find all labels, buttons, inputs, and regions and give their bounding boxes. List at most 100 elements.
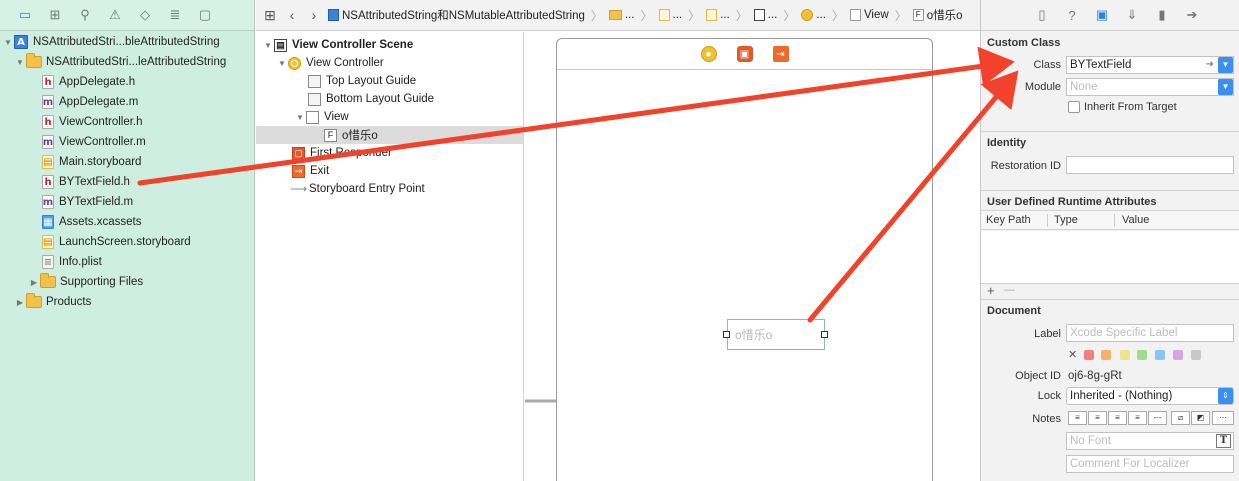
tree-item-file[interactable]: ▦ Assets.xcassets — [0, 212, 254, 232]
identity-inspector-icon[interactable]: ▣ — [1087, 7, 1117, 23]
outline-item-view-controller[interactable]: ▼ View Controller — [256, 54, 523, 72]
disclosure-open-icon[interactable]: ▼ — [2, 38, 14, 47]
storyboard-canvas[interactable]: ⟶ ● ▣ ⇥ o惜乐o — [523, 32, 980, 481]
disclosure-open-icon[interactable]: ▼ — [262, 41, 274, 50]
disclosure-closed-icon[interactable]: ▶ — [14, 298, 26, 307]
tree-item-file[interactable]: ▤ LaunchScreen.storyboard — [0, 232, 254, 252]
color-swatch-orange[interactable] — [1101, 350, 1111, 360]
back-icon[interactable]: ‹ — [284, 7, 300, 23]
tree-item-project[interactable]: ▼ A NSAttributedStri...bleAttributedStri… — [0, 32, 254, 52]
tree-item-group[interactable]: ▶ Supporting Files — [0, 272, 254, 292]
color-swatch-gray[interactable] — [1191, 350, 1201, 360]
chevron-up-down-icon[interactable]: ⇕ — [1218, 388, 1233, 404]
resize-handle-left[interactable] — [723, 331, 730, 338]
disclosure-open-icon[interactable]: ▼ — [294, 113, 306, 122]
tree-item-group[interactable]: ▼ NSAttributedStri...leAttributedString — [0, 52, 254, 72]
color-swatch-green[interactable] — [1137, 350, 1147, 360]
file-inspector-icon[interactable]: ▯ — [1027, 7, 1057, 23]
align-justify-icon[interactable]: ≡ — [1128, 411, 1147, 425]
tree-item-file[interactable]: h ViewController.h — [0, 112, 254, 132]
remove-attribute-button[interactable]: — — [1004, 284, 1015, 296]
go-to-class-icon[interactable]: ➜ — [1206, 57, 1214, 73]
tree-item-file[interactable]: m BYTextField.m — [0, 192, 254, 212]
project-icon — [328, 9, 339, 21]
related-items-icon[interactable]: ⊞ — [262, 7, 278, 24]
outline-item-first-responder[interactable]: ▢ First Responder — [256, 144, 523, 162]
forward-icon[interactable]: › — [306, 7, 322, 23]
color-swatch-purple[interactable] — [1173, 350, 1183, 360]
tree-item-file[interactable]: h BYTextField.h — [0, 172, 254, 192]
column-type[interactable]: Type — [1054, 214, 1078, 226]
attributes-table-body[interactable] — [981, 231, 1239, 283]
bars-icon[interactable]: ≣ — [160, 0, 190, 31]
outline-item-entry-point[interactable]: ⟶ Storyboard Entry Point — [256, 180, 523, 198]
breadcrumb-group[interactable]: ... — [608, 9, 635, 21]
tree-item-file[interactable]: ≡ Info.plist — [0, 252, 254, 272]
breadcrumb-view[interactable]: View — [849, 9, 889, 21]
text-field[interactable]: o惜乐o — [727, 319, 825, 350]
connections-inspector-icon[interactable]: ➔ — [1177, 7, 1207, 23]
column-key-path[interactable]: Key Path — [986, 214, 1031, 226]
document-label-field[interactable]: Xcode Specific Label — [1066, 324, 1234, 342]
outline-item-exit[interactable]: ⇥ Exit — [256, 162, 523, 180]
tree-item-file[interactable]: m ViewController.m — [0, 132, 254, 152]
outline-item-text-field[interactable]: F o惜乐o — [256, 126, 523, 144]
inherit-checkbox[interactable] — [1068, 101, 1080, 113]
breadcrumb-project[interactable]: NSAttributedString和NSMutableAttributedSt… — [328, 7, 585, 23]
color-swatch-blue[interactable] — [1155, 350, 1165, 360]
color-well-icon[interactable]: ◩ — [1191, 411, 1210, 425]
align-center-icon[interactable]: ≡ — [1088, 411, 1107, 425]
breadcrumb-base[interactable]: ... — [706, 9, 730, 21]
chevron-down-icon[interactable]: ▼ — [1218, 57, 1233, 73]
outline-item-bottom-guide[interactable]: Bottom Layout Guide — [256, 90, 523, 108]
help-icon[interactable]: ? — [1057, 8, 1087, 23]
column-value[interactable]: Value — [1122, 214, 1149, 226]
chat-icon[interactable]: ▢ — [190, 0, 220, 31]
module-field[interactable]: None ▼ — [1066, 78, 1234, 96]
first-responder-icon[interactable]: ▣ — [736, 46, 753, 62]
disclosure-open-icon[interactable]: ▼ — [14, 58, 26, 67]
class-field[interactable]: BYTextField ➜ ▼ — [1066, 56, 1234, 74]
comment-field[interactable]: Comment For Localizer — [1066, 455, 1234, 473]
outline-item-view[interactable]: ▼ View — [256, 108, 523, 126]
align-right-icon[interactable]: ≡ — [1108, 411, 1127, 425]
color-swatch-yellow[interactable] — [1120, 350, 1130, 360]
attributes-inspector-icon[interactable]: ⇓ — [1117, 7, 1147, 23]
outline-item-scene[interactable]: ▼ ▤ View Controller Scene — [256, 36, 523, 54]
restoration-id-field[interactable] — [1066, 156, 1234, 174]
clear-color-icon[interactable]: ✕ — [1068, 348, 1077, 361]
align-left-icon[interactable]: ≡ — [1068, 411, 1087, 425]
view-controller-scene[interactable]: ● ▣ ⇥ o惜乐o — [556, 38, 933, 481]
tree-item-file[interactable]: m AppDelegate.m — [0, 92, 254, 112]
chevron-down-icon[interactable]: ▼ — [1218, 79, 1233, 95]
warning-icon[interactable]: ⚠ — [100, 0, 130, 31]
outline-item-top-guide[interactable]: Top Layout Guide — [256, 72, 523, 90]
tree-item-group[interactable]: ▶ Products — [0, 292, 254, 312]
disclosure-closed-icon[interactable]: ▶ — [28, 278, 40, 287]
disclosure-open-icon[interactable]: ▼ — [276, 59, 288, 68]
breadcrumb-text-field[interactable]: F o惜乐o — [912, 7, 963, 23]
exit-icon[interactable]: ⇥ — [772, 46, 789, 62]
tree-item-file[interactable]: h AppDelegate.h — [0, 72, 254, 92]
more-options-icon[interactable]: ⋯ — [1212, 411, 1234, 425]
size-inspector-icon[interactable]: ▮ — [1147, 7, 1177, 23]
section-title: Identity — [987, 137, 1027, 149]
font-picker-icon[interactable]: T — [1216, 434, 1231, 448]
breadcrumb-view-controller[interactable]: ... — [801, 9, 826, 21]
diamond-icon[interactable]: ◇ — [130, 0, 160, 31]
color-swatch-red[interactable] — [1084, 350, 1094, 360]
resize-handle-right[interactable] — [821, 331, 828, 338]
align-natural-icon[interactable]: --- — [1148, 411, 1167, 425]
no-color-icon[interactable]: ⧄ — [1171, 411, 1190, 425]
grid-icon[interactable]: ⊞ — [40, 0, 70, 31]
file-tree: ▼ A NSAttributedStri...bleAttributedStri… — [0, 32, 254, 312]
breadcrumb-storyboard[interactable]: ... — [658, 9, 682, 21]
lock-popup[interactable]: Inherited - (Nothing) ⇕ — [1066, 387, 1234, 405]
search-icon[interactable]: ⚲ — [70, 0, 100, 31]
font-field[interactable]: No Font T — [1066, 432, 1234, 450]
breadcrumb-scene[interactable]: ... — [753, 9, 777, 21]
folder-icon[interactable]: ▭ — [10, 0, 40, 31]
view-controller-icon[interactable]: ● — [700, 46, 717, 62]
tree-item-file[interactable]: ▤ Main.storyboard — [0, 152, 254, 172]
add-attribute-button[interactable]: + — [987, 283, 995, 298]
